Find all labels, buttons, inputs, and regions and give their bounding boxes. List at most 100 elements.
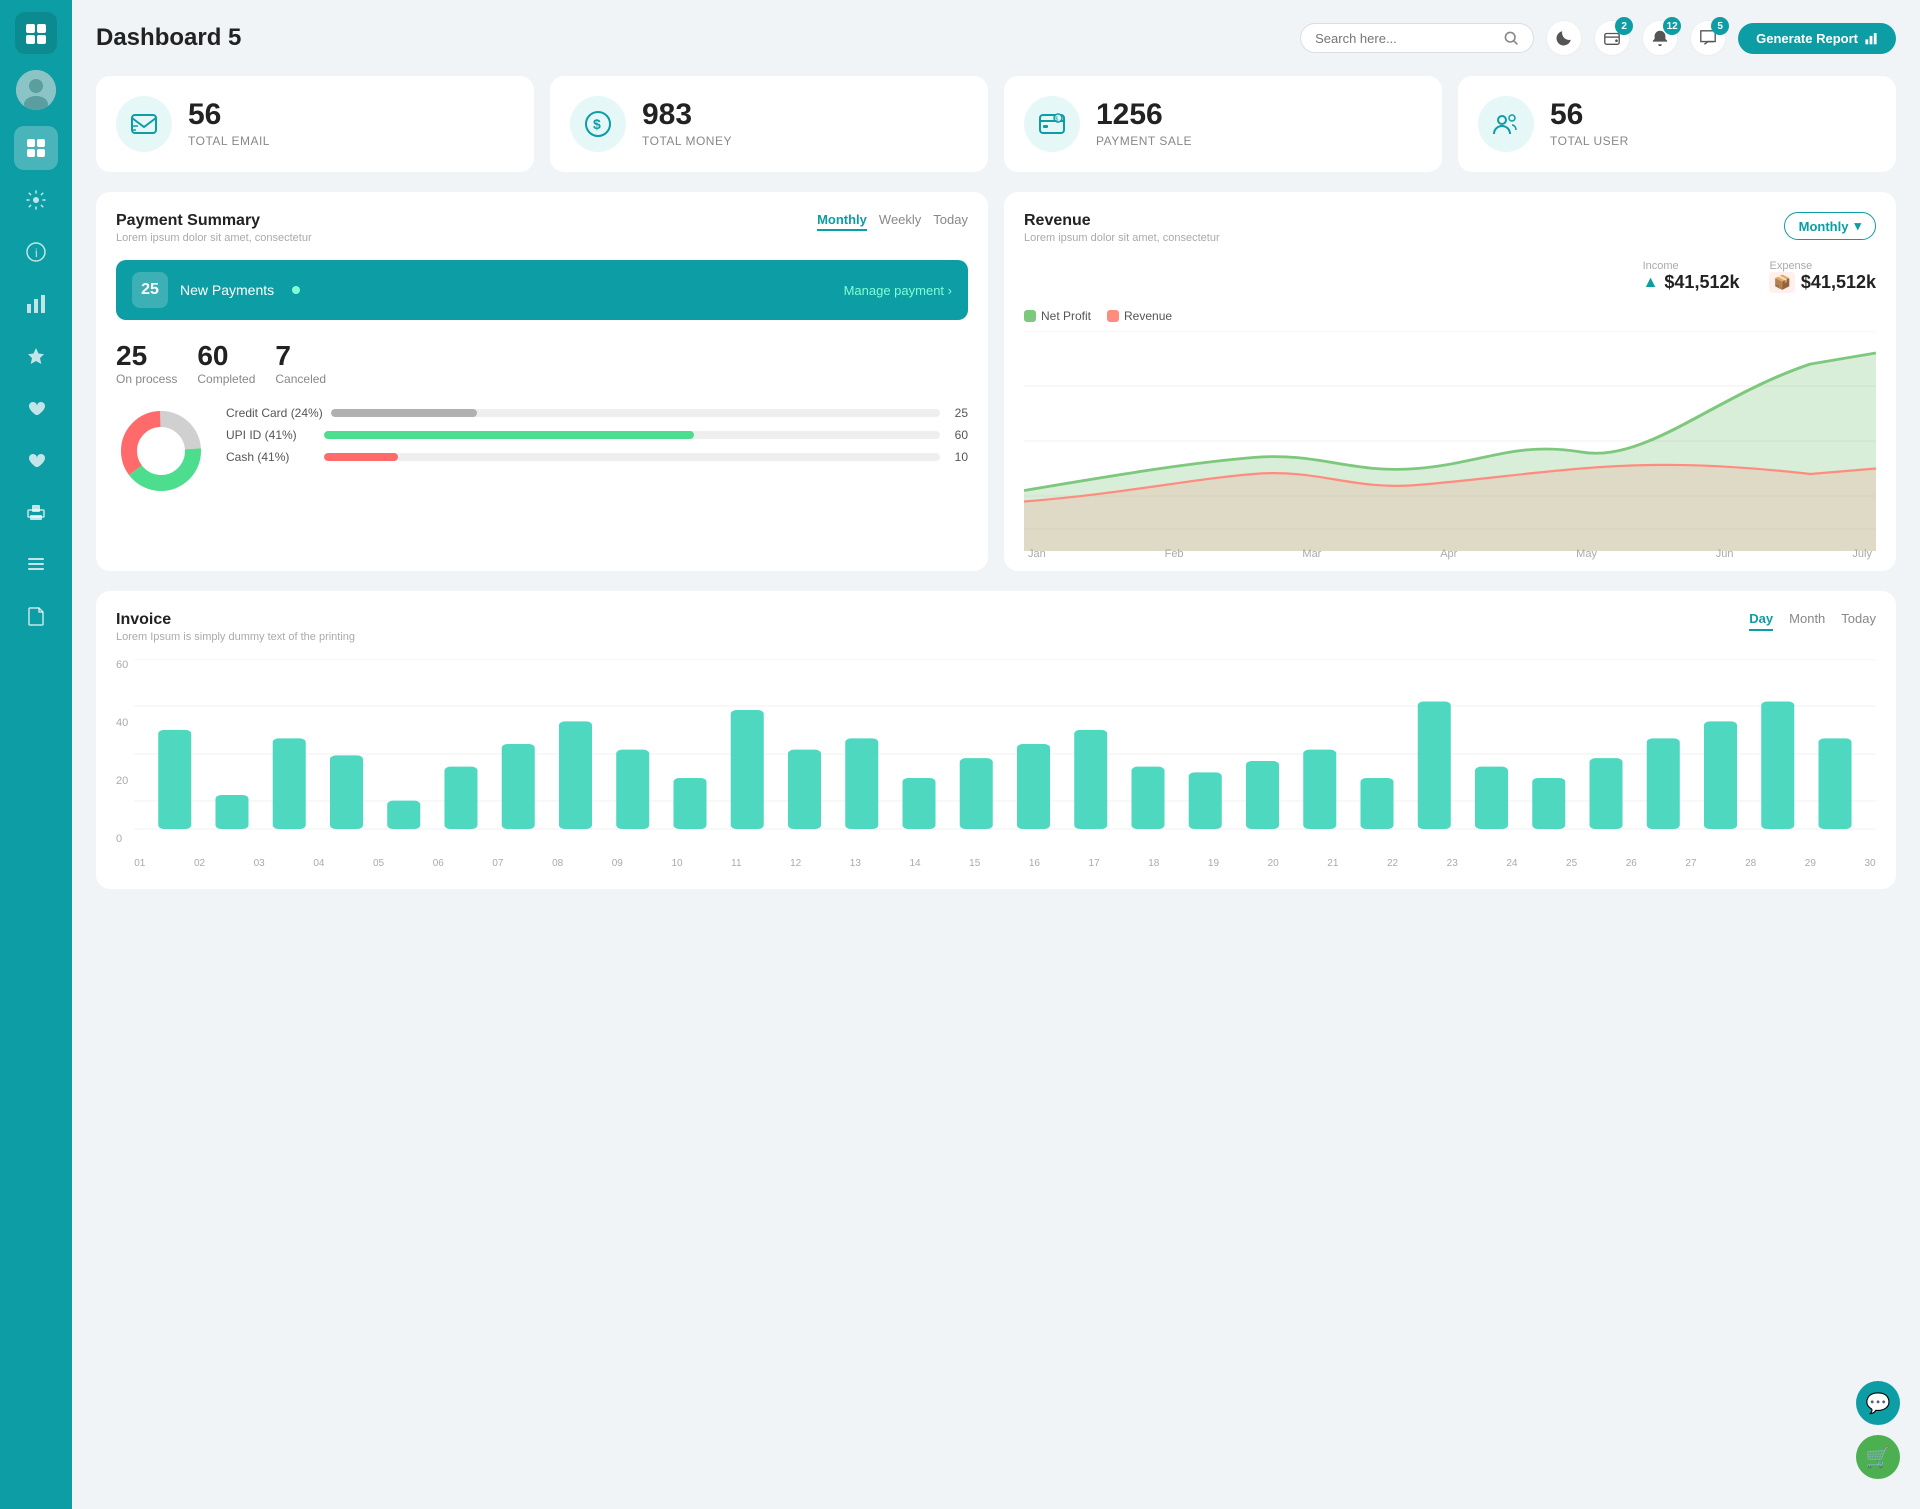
stats-row: 56 TOTAL EMAIL $ 983 TOTAL MONEY [96,76,1896,172]
bar-item[interactable] [502,744,535,829]
bar-item[interactable] [845,738,878,829]
bar-item[interactable] [1189,772,1222,829]
user-icon [1478,96,1534,152]
bar-item[interactable] [1819,738,1852,829]
search-input[interactable] [1315,31,1495,46]
payment-row-credit: Credit Card (24%) 25 [226,406,968,420]
bar-item[interactable] [1761,702,1794,830]
revenue-subtitle: Lorem ipsum dolor sit amet, consectetur [1024,232,1220,244]
bar-item[interactable] [1074,730,1107,829]
x-label-apr: Apr [1440,548,1457,560]
sidebar-item-settings[interactable] [14,178,58,222]
revenue-legend: Net Profit Revenue [1024,309,1876,323]
bar-item[interactable] [1647,738,1680,829]
sidebar-item-heart2[interactable] [14,438,58,482]
cash-count: 10 [948,450,968,464]
cart-float-button[interactable]: 🛒 [1856,1435,1900,1479]
bar-item[interactable] [788,750,821,829]
wallet-button[interactable]: 2 [1594,20,1630,56]
sidebar-item-print[interactable] [14,490,58,534]
sidebar-item-heart1[interactable] [14,386,58,430]
chat-float-button[interactable]: 💬 [1856,1381,1900,1425]
bar-item[interactable] [1303,750,1336,829]
sidebar: i [0,0,72,1509]
bar-item[interactable] [387,801,420,829]
bell-badge: 12 [1663,17,1681,35]
chat-button[interactable]: 5 [1690,20,1726,56]
credit-count: 25 [948,406,968,420]
invoice-subtitle: Lorem Ipsum is simply dummy text of the … [116,631,355,643]
on-process-value: 25 [116,340,177,372]
credit-label: Credit Card (24%) [226,406,323,420]
bar-item[interactable] [616,750,649,829]
bar-item[interactable] [674,778,707,829]
search-bar[interactable] [1300,23,1534,53]
chart-icon [1864,31,1878,45]
avatar[interactable] [16,70,56,110]
new-payments-bar: 25 New Payments Manage payment › [116,260,968,320]
bar-item[interactable] [273,738,306,829]
bar-item[interactable] [1361,778,1394,829]
x-label-jan: Jan [1028,548,1046,560]
tab-today[interactable]: Today [933,212,968,231]
page-title: Dashboard 5 [96,24,241,52]
sidebar-item-info[interactable]: i [14,230,58,274]
payment-area: Credit Card (24%) 25 UPI ID (41%) 60 [116,406,968,501]
bar-item[interactable] [731,710,764,829]
y-label-20: 20 [116,775,128,787]
sidebar-item-dashboard[interactable] [14,126,58,170]
bar-item[interactable] [960,758,993,829]
net-profit-legend-dot [1024,310,1036,322]
inv-tab-month[interactable]: Month [1789,611,1825,631]
bar-item[interactable] [1132,767,1165,829]
active-dot [292,286,300,294]
sidebar-item-list[interactable] [14,542,58,586]
bar-item[interactable] [1017,744,1050,829]
manage-payment-link[interactable]: Manage payment › [844,283,952,298]
on-process-label: On process [116,372,177,386]
expense-label: Expense [1769,260,1876,272]
bell-button[interactable]: 12 [1642,20,1678,56]
bar-item[interactable] [903,778,936,829]
inv-tab-day[interactable]: Day [1749,611,1773,631]
monthly-dropdown[interactable]: Monthly ▾ [1784,212,1876,240]
sidebar-item-star[interactable] [14,334,58,378]
inv-tab-today[interactable]: Today [1841,611,1876,631]
tab-weekly[interactable]: Weekly [879,212,921,231]
dark-mode-button[interactable] [1546,20,1582,56]
tab-monthly[interactable]: Monthly [817,212,867,231]
stats-three: 25 On process 60 Completed 7 Canceled [116,340,968,386]
money-icon: $ [570,96,626,152]
generate-report-button[interactable]: Generate Report [1738,23,1896,54]
panels-row: Payment Summary Lorem ipsum dolor sit am… [96,192,1896,571]
header-right: 2 12 5 Generate Report [1300,20,1896,56]
bar-item[interactable] [1532,778,1565,829]
bar-item[interactable] [158,730,191,829]
user-value: 56 [1550,100,1629,130]
revenue-income-row: Income ▲ $41,512k Expense 📦 $41,512k [1024,260,1876,293]
float-btns: 💬 🛒 [1856,1381,1900,1479]
sidebar-logo[interactable] [15,12,57,54]
email-label: TOTAL EMAIL [188,134,270,148]
new-payments-count: 25 [132,272,168,308]
bar-item[interactable] [1246,761,1279,829]
payment-icon: $ [1024,96,1080,152]
bar-item[interactable] [559,721,592,829]
bar-item[interactable] [216,795,249,829]
completed-label: Completed [197,372,255,386]
bar-item[interactable] [1418,702,1451,830]
bar-item[interactable] [1475,767,1508,829]
payment-tabs: Monthly Weekly Today [817,212,968,231]
bar-item[interactable] [330,755,363,829]
bar-item[interactable] [1590,758,1623,829]
income-up-arrow: ▲ [1643,274,1659,292]
sidebar-item-charts[interactable] [14,282,58,326]
bar-chart-wrapper: 60 40 20 0 01020304050607080910111213141… [116,659,1876,869]
payment-subtitle: Lorem ipsum dolor sit amet, consectetur [116,232,312,244]
revenue-legend-dot [1107,310,1119,322]
bar-item[interactable] [1704,721,1737,829]
bar-item[interactable] [445,767,478,829]
sidebar-item-doc[interactable] [14,594,58,638]
new-payments-label: New Payments [180,282,274,298]
credit-progress-fill [331,409,477,417]
